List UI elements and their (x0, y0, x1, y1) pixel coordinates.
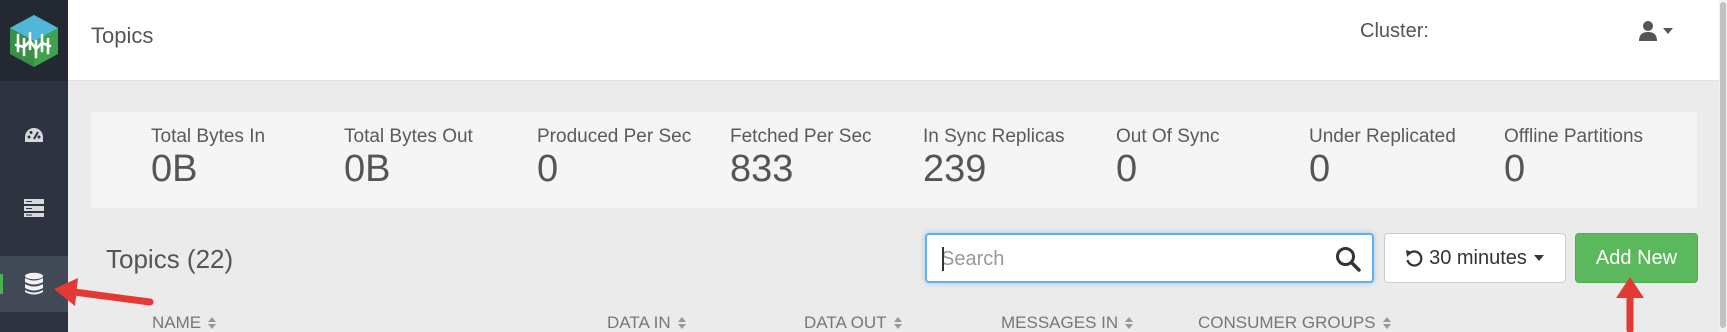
time-range-dropdown[interactable]: 30 minutes (1384, 233, 1566, 283)
search-box[interactable] (925, 233, 1374, 283)
top-header: Topics Cluster: (68, 0, 1727, 81)
stat-total-bytes-out: Total Bytes Out 0B (344, 126, 473, 190)
column-header-consumer-groups[interactable]: CONSUMER GROUPS (1198, 313, 1392, 332)
stat-label: Under Replicated (1309, 126, 1456, 147)
sort-icon (893, 317, 902, 329)
topics-heading: Topics (22) (106, 244, 234, 274)
sidebar-item-dashboard[interactable] (0, 108, 68, 164)
column-header-label: MESSAGES IN (1001, 313, 1119, 332)
stat-label: In Sync Replicas (923, 126, 1065, 147)
dashboard-icon (25, 128, 43, 142)
stat-label: Produced Per Sec (537, 126, 692, 147)
stat-in-sync-replicas: In Sync Replicas 239 (923, 126, 1065, 190)
column-header-label: DATA OUT (804, 313, 887, 332)
sort-icon (208, 317, 217, 329)
stat-value: 0B (151, 148, 198, 190)
stat-value: 0 (537, 148, 559, 190)
stat-value: 0 (1309, 148, 1331, 190)
caret-down-icon (1663, 28, 1673, 34)
annotation-arrow-up (1616, 277, 1644, 332)
user-menu[interactable] (1638, 20, 1674, 42)
page-scrollbar[interactable] (1719, 0, 1727, 332)
column-header-label: NAME (152, 313, 202, 332)
app-logo[interactable] (0, 0, 68, 81)
stat-value: 239 (923, 148, 987, 190)
stat-label: Total Bytes Out (344, 126, 473, 147)
stat-value: 0 (1504, 148, 1526, 190)
user-icon (1639, 21, 1657, 41)
column-header-data-in[interactable]: DATA IN (607, 313, 687, 332)
column-header-label: DATA IN (607, 313, 671, 332)
scrollbar-thumb[interactable] (1720, 2, 1726, 328)
stat-value: 0 (1116, 148, 1138, 190)
text-cursor (942, 247, 944, 271)
stat-offline-partitions: Offline Partitions 0 (1504, 126, 1643, 190)
sidebar-item-brokers[interactable] (0, 180, 68, 236)
page-title: Topics (91, 23, 154, 48)
column-header-data-out[interactable]: DATA OUT (804, 313, 903, 332)
stat-value: 833 (730, 148, 794, 190)
stat-value: 0B (344, 148, 391, 190)
stat-label: Fetched Per Sec (730, 126, 872, 147)
stat-out-of-sync: Out Of Sync 0 (1116, 126, 1219, 190)
sort-icon (677, 317, 686, 329)
undo-icon (1406, 250, 1423, 267)
cluster-label[interactable]: Cluster: (1360, 20, 1429, 43)
search-icon[interactable] (1335, 246, 1361, 272)
stat-under-replicated: Under Replicated 0 (1309, 126, 1456, 190)
stat-fetched-per-sec: Fetched Per Sec 833 (730, 126, 872, 190)
sort-icon (1382, 317, 1391, 329)
stat-label: Offline Partitions (1504, 126, 1644, 147)
column-header-label: CONSUMER GROUPS (1198, 313, 1376, 332)
annotation-arrow-left (54, 278, 154, 306)
stat-label: Total Bytes In (151, 126, 266, 147)
stat-produced-per-sec: Produced Per Sec 0 (537, 126, 691, 190)
sort-icon (1125, 317, 1134, 329)
database-icon (25, 272, 43, 295)
stats-panel: Total Bytes In 0B Total Bytes Out 0B Pro… (91, 112, 1697, 208)
logo-icon (10, 14, 58, 67)
column-header-name[interactable]: NAME (152, 313, 217, 332)
caret-down-icon (1533, 255, 1544, 261)
stat-total-bytes-in: Total Bytes In 0B (151, 126, 265, 190)
column-header-messages-in[interactable]: MESSAGES IN (1001, 313, 1134, 332)
time-range-label: 30 minutes (1429, 246, 1527, 269)
search-input[interactable] (941, 245, 1321, 273)
server-icon (24, 199, 44, 217)
stat-label: Out Of Sync (1116, 126, 1220, 147)
